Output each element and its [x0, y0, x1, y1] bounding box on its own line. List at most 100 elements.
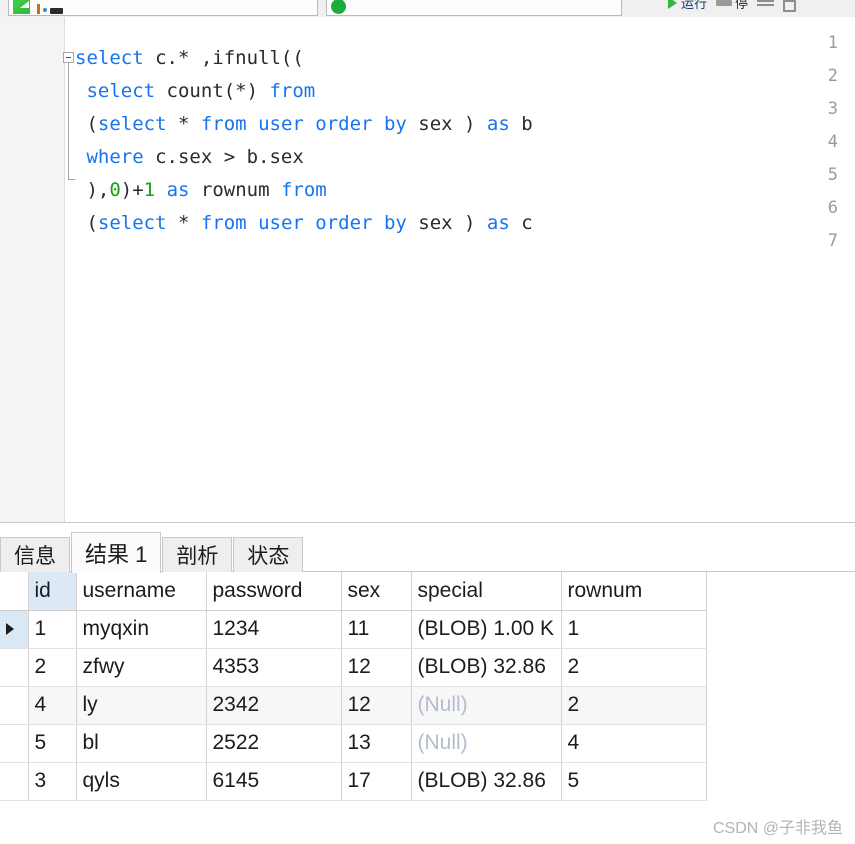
code-token: ( — [75, 212, 98, 234]
run-button[interactable]: 运行 — [668, 0, 708, 11]
tab-剖析[interactable]: 剖析 — [162, 537, 233, 572]
cell-password[interactable]: 4353 — [206, 648, 342, 687]
cell-username[interactable]: myqxin — [76, 610, 207, 649]
cell-rownum[interactable]: 1 — [561, 610, 707, 649]
cell-sex[interactable]: 13 — [341, 724, 412, 763]
toolbar-tab-2[interactable] — [326, 0, 622, 16]
toolbar-tab-1[interactable] — [8, 0, 318, 16]
code-token: 0 — [109, 179, 121, 201]
code-token: by — [383, 113, 407, 135]
table-row[interactable]: 5 bl 2522 13 (Null) 4 — [0, 724, 707, 763]
cell-username[interactable]: bl — [76, 724, 207, 763]
column-header-sex[interactable]: sex — [341, 572, 412, 611]
green-sheet-icon — [13, 0, 30, 14]
column-header-rownum[interactable]: rownum — [561, 572, 707, 611]
row-selector-cell[interactable] — [0, 686, 29, 725]
cell-id[interactable]: 5 — [28, 724, 77, 763]
collapse-minus-icon[interactable] — [63, 52, 74, 63]
cell-password[interactable]: 1234 — [206, 610, 342, 649]
cell-id[interactable]: 1 — [28, 610, 77, 649]
column-header-id[interactable]: id — [28, 572, 77, 611]
result-grid[interactable]: id username password sex special rownum 1 myqx… — [0, 572, 707, 801]
code-token: rownum — [189, 179, 281, 201]
bar-icon — [50, 8, 63, 14]
sql-editor[interactable]: 1 2 3 4 5 6 7 select c.* ,ifnull(( select coun… — [0, 17, 855, 522]
cell-password[interactable]: 2342 — [206, 686, 342, 725]
toolbar-actions: 运行 停 — [668, 0, 797, 17]
code-token: * — [166, 113, 201, 135]
column-header-special[interactable]: special — [411, 572, 562, 611]
line-number: 1 — [827, 33, 838, 53]
code-line: select count(*) from — [75, 75, 533, 108]
cell-rownum[interactable]: 4 — [561, 724, 707, 763]
code-token: ( — [75, 113, 98, 135]
code-token: where — [86, 146, 144, 168]
cell-sex[interactable]: 12 — [341, 648, 412, 687]
cell-sex[interactable]: 11 — [341, 610, 412, 649]
cell-special[interactable]: (Null) — [411, 724, 562, 763]
column-header-password[interactable]: password — [206, 572, 342, 611]
cell-id[interactable]: 2 — [28, 648, 77, 687]
explain-button[interactable] — [757, 0, 775, 7]
code-token: as — [486, 212, 510, 234]
cell-rownum[interactable]: 2 — [561, 686, 707, 725]
cell-special[interactable]: (Null) — [411, 686, 562, 725]
watermark: CSDN @子非我鱼 — [712, 820, 843, 837]
code-token: order — [315, 113, 373, 135]
table-row[interactable]: 4 ly 2342 12 (Null) 2 — [0, 686, 707, 725]
cell-rownum[interactable]: 5 — [561, 762, 707, 801]
line-number: 2 — [827, 66, 838, 86]
stop-button-label: 停 — [735, 0, 749, 11]
code-token: by — [383, 212, 407, 234]
table-row[interactable]: 3 qyls 6145 17 (BLOB) 32.86 5 — [0, 762, 707, 801]
cell-password[interactable]: 6145 — [206, 762, 342, 801]
result-pane: 信息 结果 1 剖析 状态 id username password sex special r… — [0, 522, 855, 844]
cell-rownum[interactable]: 2 — [561, 648, 707, 687]
lines-icon — [757, 0, 775, 7]
cell-sex[interactable]: 17 — [341, 762, 412, 801]
panel-toggle-button[interactable] — [783, 0, 797, 12]
cell-password[interactable]: 2522 — [206, 724, 342, 763]
row-selector-cell[interactable] — [0, 610, 29, 649]
table-row[interactable]: 1 myqxin 1234 11 (BLOB) 1.00 K1 — [0, 610, 707, 649]
sql-code-text[interactable]: select c.* ,ifnull(( select count(*) fro… — [75, 42, 533, 273]
tab-状态[interactable]: 状态 — [233, 537, 304, 572]
code-token: select — [97, 212, 167, 234]
code-token: c — [509, 212, 533, 234]
toolbar: 运行 停 — [0, 0, 855, 18]
stop-button[interactable]: 停 — [716, 0, 749, 11]
row-selector-header — [0, 572, 29, 611]
cell-sex[interactable]: 12 — [341, 686, 412, 725]
tab-信息[interactable]: 信息 — [0, 537, 70, 572]
table-row[interactable]: 2 zfwy 4353 12 (BLOB) 32.86 2 — [0, 648, 707, 687]
row-selector-cell[interactable] — [0, 762, 29, 801]
code-token: select — [75, 47, 144, 69]
cell-special[interactable]: (BLOB) 32.86 — [411, 762, 562, 801]
current-row-arrow-icon — [6, 623, 14, 636]
code-token: from — [200, 113, 247, 135]
row-selector-cell[interactable] — [0, 724, 29, 763]
null-value: (Null) — [417, 731, 468, 754]
cell-id[interactable]: 3 — [28, 762, 77, 801]
code-line: where c.sex > b.sex — [75, 141, 533, 174]
header-row: id username password sex special rownum — [0, 572, 707, 611]
code-token: select — [86, 80, 156, 102]
cell-id[interactable]: 4 — [28, 686, 77, 725]
code-line: (select * from user order by sex ) as c — [75, 207, 533, 240]
result-grid-container[interactable]: id username password sex special rownum 1 myqx… — [0, 572, 707, 801]
row-selector-cell[interactable] — [0, 648, 29, 687]
cell-special[interactable]: (BLOB) 32.86 — [411, 648, 562, 687]
cell-username[interactable]: qyls — [76, 762, 207, 801]
run-button-label: 运行 — [681, 0, 708, 11]
cell-username[interactable]: zfwy — [76, 648, 207, 687]
result-grid-header: id username password sex special rownum — [0, 572, 707, 611]
code-token: user — [258, 113, 304, 135]
cell-username[interactable]: ly — [76, 686, 207, 725]
column-header-username[interactable]: username — [76, 572, 207, 611]
tab-结果 1[interactable]: 结果 1 — [71, 532, 162, 573]
code-token: )+ — [120, 179, 144, 201]
result-grid-body[interactable]: 1 myqxin 1234 11 (BLOB) 1.00 K 1 2 zfwy 4353 12 (B… — [0, 610, 707, 801]
cell-special[interactable]: (BLOB) 1.00 K — [411, 610, 562, 649]
